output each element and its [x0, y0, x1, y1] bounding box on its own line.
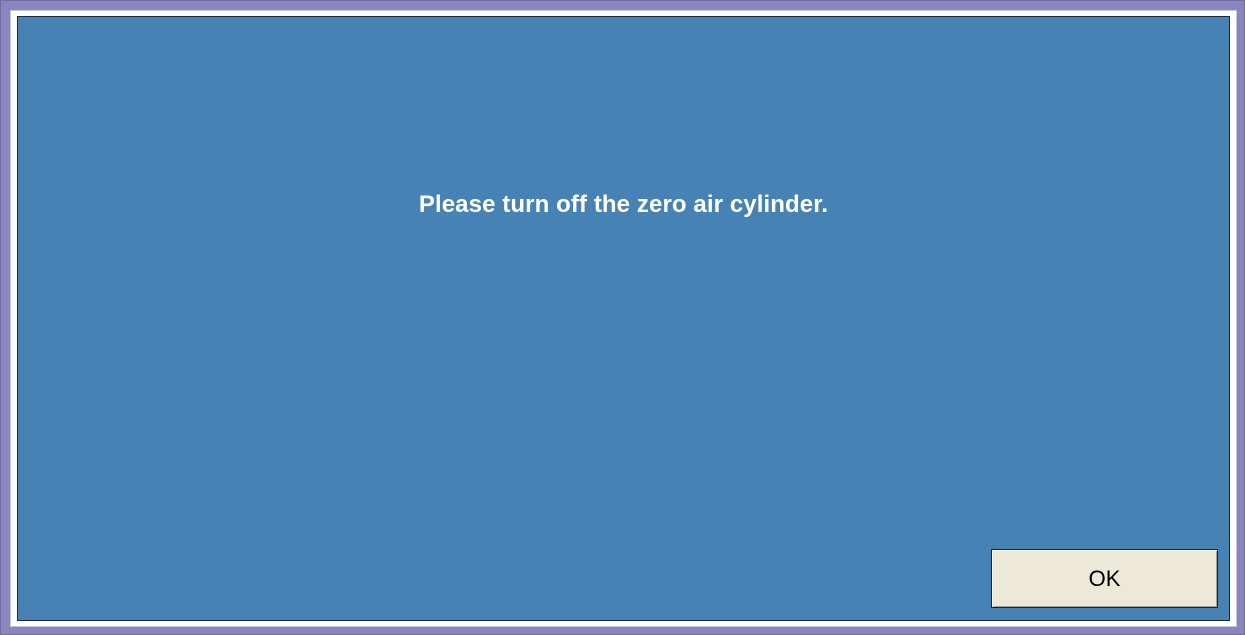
dialog-window: Please turn off the zero air cylinder. O…	[0, 0, 1245, 635]
dialog-message: Please turn off the zero air cylinder.	[418, 191, 829, 218]
dialog-body: Please turn off the zero air cylinder. O…	[17, 16, 1230, 621]
ok-button[interactable]: OK	[991, 549, 1218, 608]
